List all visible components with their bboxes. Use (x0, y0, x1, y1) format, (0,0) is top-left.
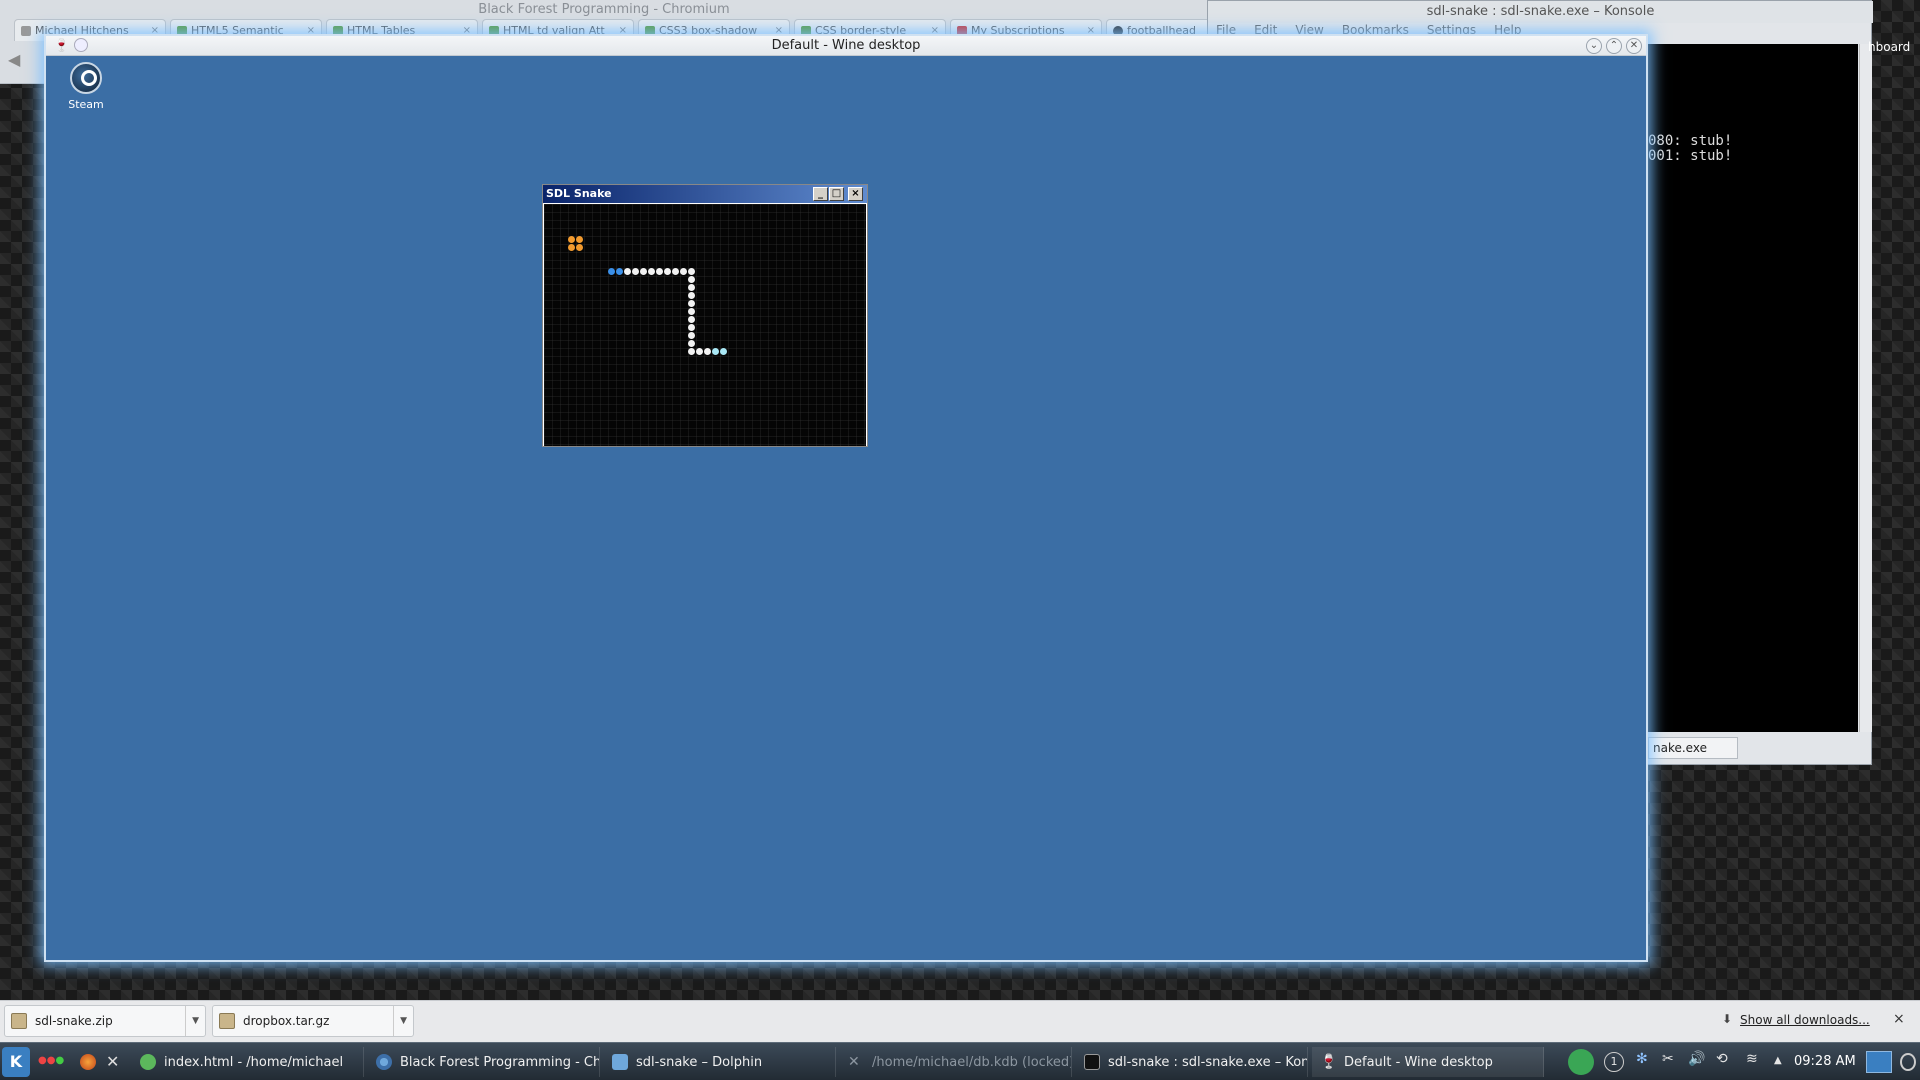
konsole-session-tab[interactable]: nake.exe (1648, 737, 1738, 759)
steam-desktop-shortcut[interactable]: Steam (56, 62, 116, 111)
snake-minimize-icon[interactable]: _ (813, 187, 828, 201)
download-shelf: sdl-snake.zip ▼ dropbox.tar.gz ▼ ⬇ Show … (0, 1000, 1920, 1042)
snake-body-cell (648, 268, 655, 275)
snake-body-cell (688, 268, 695, 275)
tools-launcher-icon[interactable]: ✕ (106, 1052, 119, 1071)
kde-menu-icon[interactable]: K (2, 1047, 30, 1077)
download-item[interactable]: dropbox.tar.gz ▼ (212, 1005, 414, 1037)
snake-body-cell (688, 276, 695, 283)
snake-tail-cell (712, 348, 719, 355)
steam-label: Steam (68, 98, 104, 111)
terminal-icon (1084, 1054, 1100, 1070)
back-arrow-icon[interactable]: ◀ (8, 50, 20, 69)
snake-window-title: SDL Snake (546, 187, 612, 200)
snake-maximize-icon[interactable]: □ (829, 187, 844, 201)
tray-expand-icon[interactable]: ▲ (1774, 1055, 1782, 1066)
editor-icon (140, 1054, 156, 1070)
snake-body-cell (688, 332, 695, 339)
close-icon[interactable]: ✕ (1626, 38, 1642, 54)
snake-body-cell (688, 340, 695, 347)
maximize-icon[interactable]: ⌃ (1606, 38, 1622, 54)
archive-file-icon (219, 1013, 235, 1029)
snake-body-cell (696, 348, 703, 355)
snake-body-cell (688, 300, 695, 307)
wine-desktop-window: 🍷 Default - Wine desktop ⌄ ⌃ ✕ Steam SDL… (44, 34, 1648, 962)
dropbox-icon[interactable]: ✻ (1636, 1051, 1648, 1067)
download-item[interactable]: sdl-snake.zip ▼ (4, 1005, 206, 1037)
wine-glass-icon: 🍷 (1320, 1054, 1338, 1070)
snake-body-cell (688, 284, 695, 291)
terminal-scrollbar[interactable] (1859, 44, 1872, 732)
keepass-icon: ✕ (848, 1054, 860, 1070)
show-all-downloads-link[interactable]: Show all downloads... (1740, 1013, 1870, 1027)
snake-body-cell (688, 316, 695, 323)
snake-body-cell (624, 268, 631, 275)
wifi-icon[interactable]: ≋ (1746, 1051, 1758, 1067)
sdl-snake-window: SDL Snake _ □ × (542, 184, 868, 447)
snake-head-cell (608, 268, 615, 275)
minimize-icon[interactable]: ⌄ (1586, 38, 1602, 54)
wine-titlebar: 🍷 Default - Wine desktop ⌄ ⌃ ✕ (46, 36, 1646, 56)
snake-food-cell (576, 236, 583, 243)
snake-body-cell (664, 268, 671, 275)
snake-titlebar: SDL Snake _ □ × (543, 185, 867, 203)
snake-body-cell (640, 268, 647, 275)
download-arrow-icon: ⬇ (1722, 1012, 1733, 1026)
task-wine-desktop[interactable]: 🍷 Default - Wine desktop (1312, 1047, 1544, 1077)
steam-icon (70, 62, 102, 94)
snake-body-cell (704, 348, 711, 355)
task-index-html[interactable]: index.html - /home/michael (132, 1047, 364, 1077)
snake-body-cell (688, 308, 695, 315)
terminal-line: 001: stub! (1648, 148, 1733, 164)
clock[interactable]: 09:28 AM (1794, 1054, 1856, 1069)
snake-food-cell (576, 244, 583, 251)
dolphin-icon (612, 1054, 628, 1070)
kde-taskbar: K ●●● ✕ index.html - /home/michael Black… (0, 1042, 1920, 1080)
snake-body-cell (680, 268, 687, 275)
snake-body-cell (632, 268, 639, 275)
task-keepass[interactable]: ✕/home/michael/db.kdb (locked) – (840, 1047, 1072, 1077)
snake-tail-cell (720, 348, 727, 355)
firefox-launcher-icon[interactable] (80, 1054, 96, 1070)
snake-food-cell (568, 236, 575, 243)
terminal-line: 080: stub! (1648, 133, 1733, 149)
snake-body-cell (672, 268, 679, 275)
network-manager-icon[interactable] (1568, 1049, 1594, 1075)
desktop-pager-icon[interactable] (1866, 1051, 1892, 1073)
snake-game-board[interactable] (544, 204, 866, 446)
task-konsole[interactable]: sdl-snake : sdl-snake.exe – Konsol (1076, 1047, 1308, 1077)
sync-icon[interactable]: ⟲ (1716, 1051, 1728, 1067)
volume-icon[interactable]: 🔊 (1688, 1051, 1705, 1067)
konsole-title: sdl-snake : sdl-snake.exe – Konsole (1208, 1, 1873, 23)
snake-head-cell (616, 268, 623, 275)
terminal-output[interactable]: 080: stub! 001: stub! (1648, 44, 1858, 732)
plasma-toolbox-icon[interactable] (1900, 1053, 1916, 1071)
chromium-icon (376, 1054, 392, 1070)
snake-body-cell (688, 292, 695, 299)
chevron-down-icon[interactable]: ▼ (393, 1006, 407, 1036)
chromium-title: Black Forest Programming - Chromium (478, 2, 730, 17)
page-favicon-icon (21, 25, 31, 36)
snake-close-icon[interactable]: × (848, 187, 863, 201)
wine-window-title: Default - Wine desktop (771, 38, 921, 53)
klipper-icon[interactable]: ✂ (1662, 1051, 1674, 1067)
download-filename: sdl-snake.zip (35, 1014, 113, 1028)
archive-file-icon (11, 1013, 27, 1029)
chevron-down-icon[interactable]: ▼ (185, 1006, 199, 1036)
task-dolphin[interactable]: sdl-snake – Dolphin (604, 1047, 836, 1077)
dashboard-label: hboard (1868, 40, 1911, 54)
notification-count-icon[interactable]: 1 (1604, 1052, 1624, 1072)
task-chromium[interactable]: Black Forest Programming - Chrom (368, 1047, 600, 1077)
snake-food-cell (568, 244, 575, 251)
snake-body-cell (656, 268, 663, 275)
activity-dots-icon[interactable]: ●●● (38, 1055, 64, 1066)
download-filename: dropbox.tar.gz (243, 1014, 330, 1028)
snake-body-cell (688, 324, 695, 331)
close-shelf-icon[interactable]: × (1893, 1011, 1905, 1027)
snake-body-cell (688, 348, 695, 355)
